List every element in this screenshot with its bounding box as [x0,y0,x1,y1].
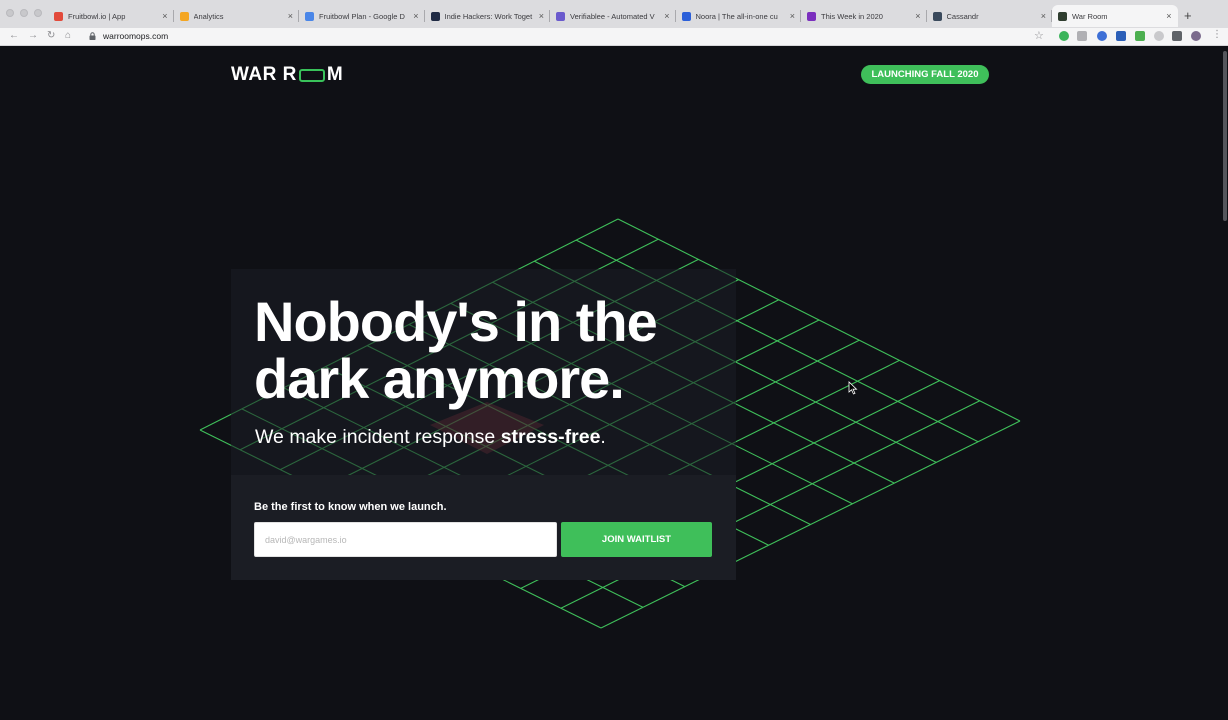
tab-title: This Week in 2020 [821,11,883,21]
browser-tab[interactable]: This Week in 2020 × [801,5,927,27]
tab-title: Cassandr [946,11,979,21]
bookmark-star-icon[interactable]: ☆ [1034,29,1044,42]
favicon-icon [430,11,440,21]
subhead-emphasis: stress-free [500,426,601,448]
close-tab-icon[interactable]: × [1041,11,1046,21]
close-tab-icon[interactable]: × [664,11,669,21]
address-bar[interactable]: warroomops.com [103,31,168,41]
browser-tab[interactable]: Cassandr × [927,5,1053,27]
forward-icon[interactable]: → [28,30,38,41]
tab-title: Indie Hackers: Work Toget [444,11,533,21]
logo[interactable]: WAR R M [231,64,343,86]
close-tab-icon[interactable]: × [413,11,418,21]
close-window-icon[interactable] [6,9,14,17]
tab-title: Fruitbowl Plan - Google D [319,11,405,21]
favicon-icon [179,11,189,21]
headline-line: Nobody's in the [254,290,658,353]
home-icon[interactable]: ⌂ [65,30,71,41]
favicon-icon [807,11,816,21]
extension-icon[interactable] [1154,31,1164,41]
close-tab-icon[interactable]: × [162,11,167,21]
browser-tab[interactable]: Fruitbowl.io | App × [48,5,174,27]
tab-title: Analytics [193,11,224,21]
join-waitlist-button[interactable]: JOIN WAITLIST [561,522,712,557]
lock-icon[interactable] [89,32,96,40]
favicon-icon [681,11,691,21]
logo-text-right: M [326,64,344,85]
scrollbar-thumb[interactable] [1223,51,1227,221]
puzzle-icon[interactable] [1172,31,1182,41]
close-tab-icon[interactable]: × [288,11,293,21]
subhead-period: . [600,426,606,448]
headline-line: dark anymore. [254,347,625,410]
page-scrollbar[interactable] [1222,47,1228,720]
favicon-icon [54,11,63,21]
tab-title: War Room [1072,11,1108,21]
extension-icon[interactable] [1059,31,1069,41]
reload-icon[interactable]: ↻ [47,30,55,41]
tab-title: Fruitbowl.io | App [68,11,126,21]
window-controls[interactable] [6,9,42,17]
extension-icon[interactable] [1116,31,1126,41]
favicon-icon [1058,11,1067,21]
close-tab-icon[interactable]: × [915,11,920,21]
close-tab-icon[interactable]: × [790,11,795,21]
browser-tab[interactable]: Fruitbowl Plan - Google D × [299,5,425,27]
page-viewport: WAR R M LAUNCHING FALL 2020 Nobody's in … [0,47,1222,720]
browser-tab[interactable]: War Room × [1052,5,1178,27]
browser-tab-bar: Fruitbowl.io | App × Analytics × Fruitbowl P… [0,0,1228,28]
subheadline: We make incident response stress-free. [255,426,606,449]
new-tab-button[interactable]: + [1184,8,1192,23]
menu-kebab-icon[interactable]: ⋮ [1212,29,1222,40]
browser-tab[interactable]: Indie Hackers: Work Toget × [425,5,551,27]
logo-text-left: WAR R [231,64,297,85]
mouse-cursor-icon [848,381,858,395]
back-icon[interactable]: ← [9,30,19,41]
email-field[interactable] [254,522,557,557]
browser-tab[interactable]: Noora | The all-in-one cu × [676,5,802,27]
launch-badge: LAUNCHING FALL 2020 [861,65,989,84]
page-title: Nobody's in the dark anymore. [254,293,774,407]
extension-icon[interactable] [1077,31,1087,41]
browser-tab[interactable]: Analytics × [174,5,300,27]
extension-icon[interactable] [1097,31,1107,41]
browser-toolbar: ← → ↻ ⌂ warroomops.com ☆ ⋮ [0,28,1228,46]
favicon-icon [556,11,565,21]
favicon-icon [932,11,942,21]
browser-tab[interactable]: Verifiablee - Automated V × [550,5,676,27]
extension-icon[interactable] [1135,31,1145,41]
waitlist-label: Be the first to know when we launch. [254,501,447,513]
tab-title: Verifiablee - Automated V [570,11,655,21]
minimize-window-icon[interactable] [20,9,28,17]
maximize-window-icon[interactable] [34,9,42,17]
favicon-icon [305,11,314,21]
tab-strip: Fruitbowl.io | App × Analytics × Fruitbowl P… [48,5,1178,27]
close-tab-icon[interactable]: × [1166,11,1171,21]
close-tab-icon[interactable]: × [539,11,544,21]
tab-title: Noora | The all-in-one cu [695,11,778,21]
avatar[interactable] [1191,31,1201,41]
subhead-text: We make incident response [255,426,501,448]
logo-icon [298,68,325,82]
